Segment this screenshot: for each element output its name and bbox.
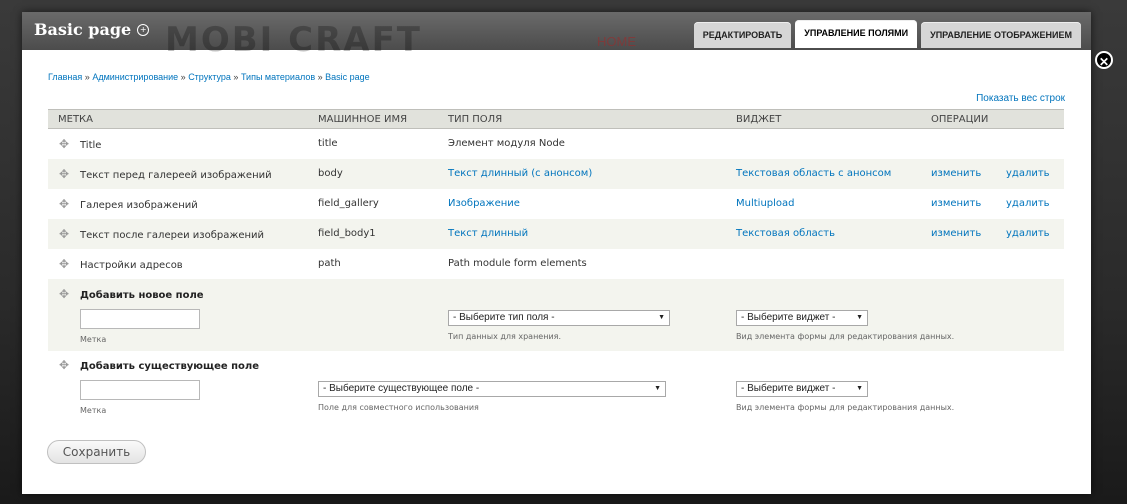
save-button[interactable]: Сохранить xyxy=(47,440,146,464)
breadcrumb-separator: » xyxy=(317,72,323,82)
new-field-label-hint: Метка xyxy=(80,334,107,344)
add-new-field-title: Добавить новое поле xyxy=(80,289,204,301)
field-type-link[interactable]: Текст длинный xyxy=(438,219,726,249)
field-type-select[interactable]: - Выберите тип поля - ▼ xyxy=(448,309,670,326)
breadcrumb-home[interactable]: Главная xyxy=(48,72,82,82)
existing-field-hint: Поле для совместного использования xyxy=(318,402,479,412)
move-handle-icon[interactable]: ✥ xyxy=(58,137,70,151)
breadcrumb-basic-page[interactable]: Basic page xyxy=(325,72,370,82)
tab-manage-fields[interactable]: УПРАВЛЕНИЕ ПОЛЯМИ xyxy=(795,20,918,48)
close-icon[interactable]: ✕ xyxy=(1095,51,1113,69)
widget-select[interactable]: - Выберите виджет - ▼ xyxy=(736,309,868,326)
existing-field-select[interactable]: - Выберите существующее поле - ▼ xyxy=(318,380,666,397)
field-label: Title xyxy=(80,139,102,151)
field-management-dialog: MOBI CRAFT HOME Basic page + РЕДАКТИРОВА… xyxy=(22,12,1091,494)
background-home-link: HOME xyxy=(597,34,636,49)
field-label: Галерея изображений xyxy=(80,199,198,211)
field-type-select-value: - Выберите тип поля - xyxy=(453,312,555,323)
widget-hint: Вид элемента формы для редактирования да… xyxy=(736,331,955,341)
field-widget-link[interactable]: Multiupload xyxy=(726,189,921,219)
dialog-title: Basic page xyxy=(34,20,132,39)
edit-link[interactable]: изменить xyxy=(921,189,996,219)
widget-select-value: - Выберите виджет - xyxy=(741,312,836,323)
breadcrumb: Главная » Администрирование » Структура … xyxy=(48,72,370,82)
delete-link[interactable]: удалить xyxy=(996,219,1064,249)
table-row: ✥ Настройки адресов path Path module form… xyxy=(48,248,1064,279)
field-type: Path module form elements xyxy=(448,258,587,269)
column-header-operations: ОПЕРАЦИИ xyxy=(921,109,1064,129)
dialog-tabs: РЕДАКТИРОВАТЬ УПРАВЛЕНИЕ ПОЛЯМИ УПРАВЛЕН… xyxy=(693,20,1081,48)
table-row: ✥ Текст перед галереей изображений body Т… xyxy=(48,158,1064,189)
existing-field-label-hint: Метка xyxy=(80,405,107,415)
move-handle-icon[interactable]: ✥ xyxy=(58,197,70,211)
field-type-link[interactable]: Текст длинный (с анонсом) xyxy=(438,159,726,189)
field-type-link[interactable]: Изображение xyxy=(438,189,726,219)
field-label: Настройки адресов xyxy=(80,259,183,271)
move-handle-icon[interactable]: ✥ xyxy=(58,167,70,181)
chevron-down-icon: ▼ xyxy=(856,314,863,321)
edit-link[interactable]: изменить xyxy=(921,159,996,189)
column-header-machine-name: МАШИННОЕ ИМЯ xyxy=(308,109,438,129)
add-existing-field-title: Добавить существующее поле xyxy=(80,360,260,372)
field-machine-name: field_gallery xyxy=(318,198,379,209)
column-header-widget: ВИДЖЕТ xyxy=(726,109,921,129)
breadcrumb-content-types[interactable]: Типы материалов xyxy=(241,72,315,82)
delete-link[interactable]: удалить xyxy=(996,159,1064,189)
field-machine-name: body xyxy=(318,168,343,179)
dialog-title-group: Basic page + xyxy=(34,20,150,39)
existing-field-label-input[interactable] xyxy=(80,379,200,400)
existing-widget-select[interactable]: - Выберите виджет - ▼ xyxy=(736,380,868,397)
existing-widget-select-value: - Выберите виджет - xyxy=(741,383,836,394)
dialog-header: MOBI CRAFT HOME Basic page + РЕДАКТИРОВА… xyxy=(22,12,1091,60)
new-field-label-input[interactable] xyxy=(80,308,200,329)
field-machine-name: field_body1 xyxy=(318,228,376,239)
column-header-field-type: ТИП ПОЛЯ xyxy=(438,109,726,129)
move-handle-icon[interactable]: ✥ xyxy=(58,358,70,372)
field-label: Текст после галереи изображений xyxy=(80,229,265,241)
table-row: ✥ Галерея изображений field_gallery Изобр… xyxy=(48,188,1064,219)
field-widget-link[interactable]: Текстовая область xyxy=(726,219,921,249)
chevron-down-icon: ▼ xyxy=(654,385,661,392)
delete-link[interactable]: удалить xyxy=(996,189,1064,219)
move-handle-icon[interactable]: ✥ xyxy=(58,287,70,301)
tab-manage-display[interactable]: УПРАВЛЕНИЕ ОТОБРАЖЕНИЕМ xyxy=(921,22,1081,48)
breadcrumb-separator: » xyxy=(84,72,90,82)
field-widget-link[interactable]: Текстовая область с анонсом xyxy=(726,159,921,189)
tab-edit[interactable]: РЕДАКТИРОВАТЬ xyxy=(693,22,792,48)
show-row-weights-link[interactable]: Показать вес строк xyxy=(976,93,1065,104)
field-label: Текст перед галереей изображений xyxy=(80,169,272,181)
field-machine-name: title xyxy=(318,138,338,150)
move-handle-icon[interactable]: ✥ xyxy=(58,257,70,271)
breadcrumb-admin[interactable]: Администрирование xyxy=(92,72,178,82)
field-type-hint: Тип данных для хранения. xyxy=(448,331,561,341)
edit-link[interactable]: изменить xyxy=(921,219,996,249)
breadcrumb-separator: » xyxy=(180,72,186,82)
chevron-down-icon: ▼ xyxy=(856,385,863,392)
breadcrumb-separator: » xyxy=(233,72,239,82)
chevron-down-icon: ▼ xyxy=(658,314,665,321)
column-header-label: МЕТКА xyxy=(48,109,308,129)
table-row: ✥ Title title Элемент модуля Node xyxy=(48,128,1064,159)
existing-widget-hint: Вид элемента формы для редактирования да… xyxy=(736,402,955,412)
fields-table: МЕТКА МАШИННОЕ ИМЯ ТИП ПОЛЯ ВИДЖЕТ ОПЕРА… xyxy=(48,109,1064,420)
plus-circle-icon[interactable]: + xyxy=(137,23,150,36)
table-row: ✥ Текст после галереи изображений field_b… xyxy=(48,218,1064,249)
table-header-row: МЕТКА МАШИННОЕ ИМЯ ТИП ПОЛЯ ВИДЖЕТ ОПЕРА… xyxy=(48,109,1064,129)
move-handle-icon[interactable]: ✥ xyxy=(58,227,70,241)
existing-field-select-value: - Выберите существующее поле - xyxy=(323,383,480,394)
background-logo-text: MOBI CRAFT xyxy=(165,20,423,60)
breadcrumb-structure[interactable]: Структура xyxy=(188,72,231,82)
add-new-field-row: ✥ Добавить новое поле Метка - Выберите ти… xyxy=(48,278,1064,351)
add-existing-field-row: ✥ Добавить существующее поле Метка - Выбе… xyxy=(48,350,1064,420)
field-machine-name: path xyxy=(318,258,341,269)
field-type: Элемент модуля Node xyxy=(448,138,565,150)
